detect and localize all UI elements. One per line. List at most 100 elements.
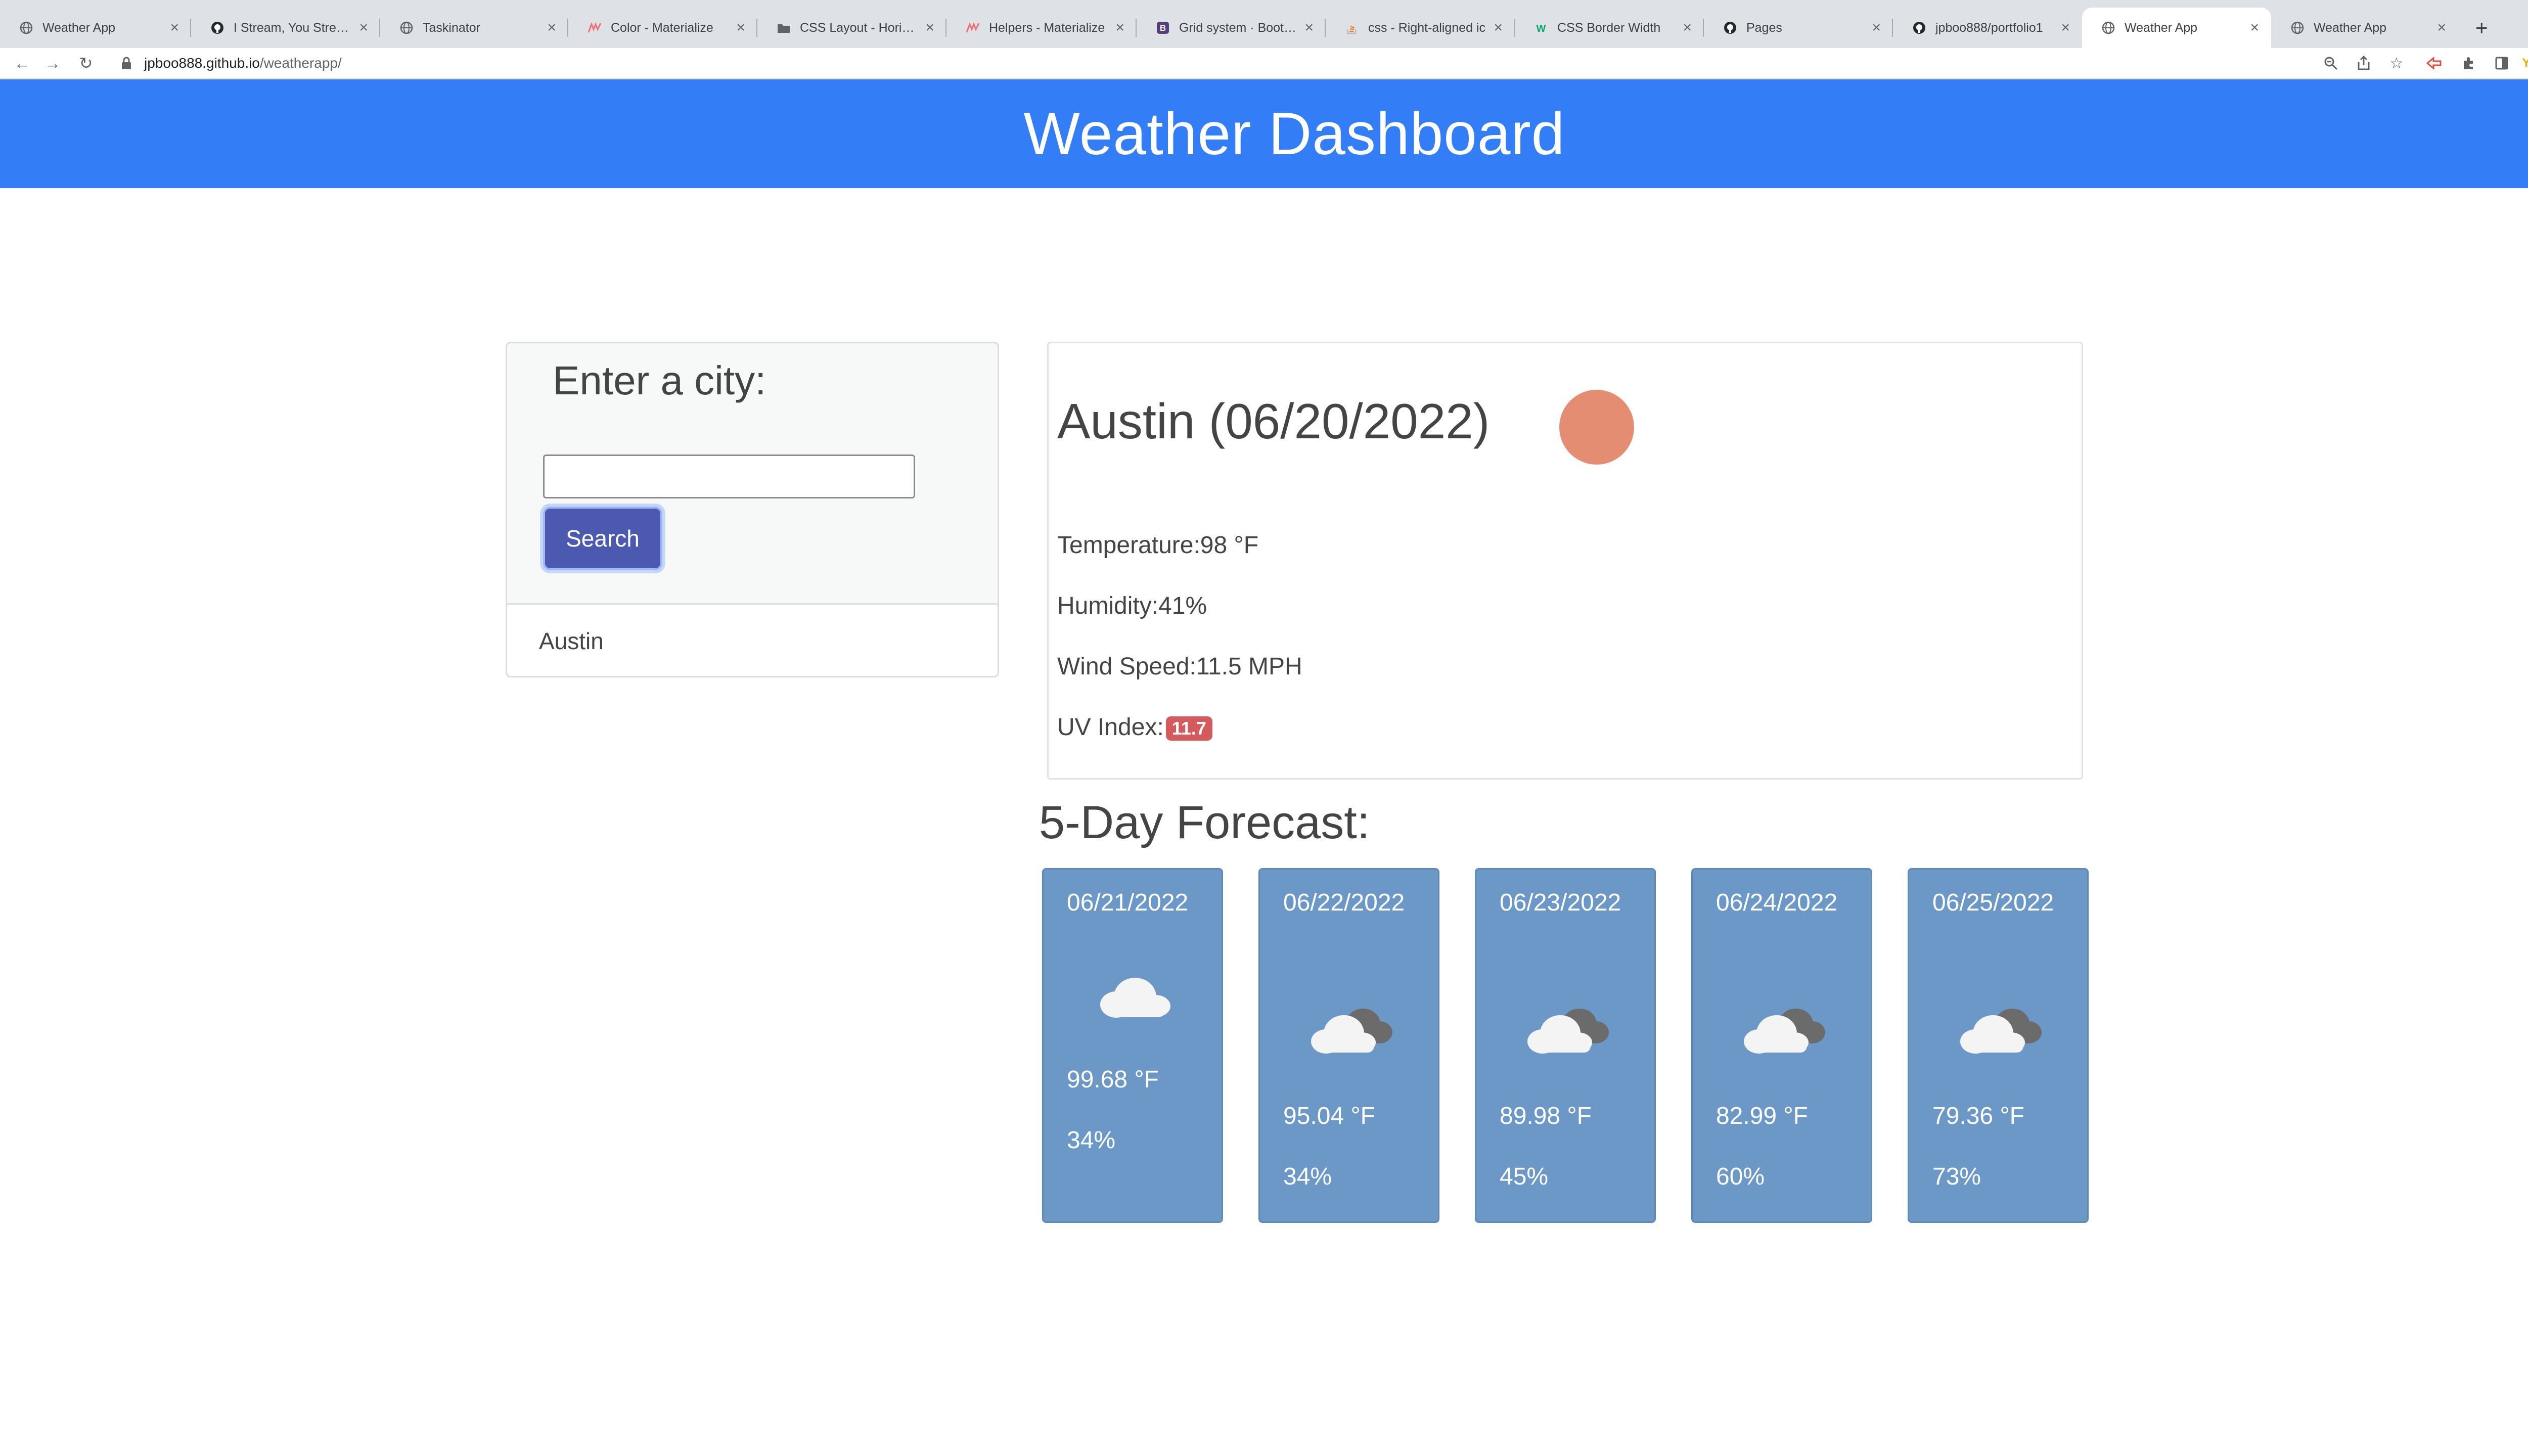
forecast-temp: 82.99 °F [1716,1103,1808,1129]
extensions-puzzle-icon[interactable] [2456,51,2480,75]
temperature-stat: Temperature:98 °F [1057,531,1258,559]
svg-text:B: B [1160,23,1166,33]
search-heading: Enter a city: [553,358,766,403]
close-tab-icon[interactable]: × [547,19,556,36]
humidity-stat: Humidity:41% [1057,592,1207,620]
forecast-card: 06/23/2022 89.98 °F 45% [1475,868,1656,1223]
browser-tab[interactable]: Weather App × [0,8,191,48]
browser-tab[interactable]: CSS Layout - Horizon × [757,8,946,48]
browser-tab[interactable]: Weather App × [2082,8,2271,48]
humidity-label: Humidity: [1057,593,1159,619]
materialize-icon [588,21,602,35]
forecast-humidity: 73% [1932,1163,1981,1190]
browser-tab[interactable]: B Grid system · Bootstr × [1137,8,1326,48]
forecast-humidity: 45% [1500,1163,1549,1190]
cloud-icon [1100,978,1170,1018]
tab-title: Weather App [2314,20,2387,35]
close-tab-icon[interactable]: × [170,19,179,36]
github-icon [1912,21,1926,35]
close-tab-icon[interactable]: × [1494,19,1503,36]
side-panel-icon[interactable] [2490,51,2514,75]
tab-title: CSS Border Width [1557,20,1661,35]
wind-value: 11.5 MPH [1196,653,1302,680]
forecast-card: 06/22/2022 95.04 °F 34% [1258,868,1439,1223]
close-tab-icon[interactable]: × [1872,19,1881,36]
forecast-humidity: 34% [1067,1127,1116,1154]
broken-clouds-icon [1527,1009,1609,1054]
browser-tab[interactable]: Taskinator × [380,8,568,48]
tab-title: jpboo888/portfolio1 [1935,20,2043,35]
tab-title: Helpers - Materialize [989,20,1105,35]
browser-tab[interactable]: W CSS Border Width × [1515,8,1704,48]
browser-tab[interactable]: Color - Materialize × [568,8,757,48]
forecast-date: 06/23/2022 [1500,889,1621,916]
forecast-date: 06/21/2022 [1067,889,1189,916]
address-bar[interactable]: jpboo888.github.io/weatherapp/ [144,48,342,78]
close-tab-icon[interactable]: × [1115,19,1124,36]
browser-tab[interactable]: css - Right-aligned ic × [1326,8,1515,48]
tab-title: Taskinator [423,20,480,35]
forecast-humidity: 60% [1716,1163,1765,1190]
close-tab-icon[interactable]: × [925,19,934,36]
temperature-label: Temperature: [1057,532,1200,559]
humidity-value: 41% [1158,593,1207,619]
back-arrow-icon[interactable]: ← [10,51,34,75]
close-tab-icon[interactable]: × [736,19,745,36]
zoom-icon[interactable] [2319,51,2343,75]
forecast-date: 06/22/2022 [1283,889,1405,916]
ytx-extension-icon[interactable]: YTX [2522,51,2528,75]
search-card: Enter a city: Search Austin [506,342,999,677]
search-button[interactable]: Search [543,507,662,570]
browser-tab[interactable]: Weather App × [2271,8,2458,48]
browser-tab-strip: Weather App × I Stream, You Stream × Taskina… [0,0,2528,48]
tab-title: I Stream, You Stream [234,20,351,35]
forecast-humidity: 34% [1283,1163,1332,1190]
forecast-temp: 79.36 °F [1932,1103,2024,1129]
tab-title: CSS Layout - Horizon [800,20,918,35]
wind-label: Wind Speed: [1057,653,1196,680]
browser-tab[interactable]: Helpers - Materialize × [946,8,1137,48]
tab-title: Weather App [42,20,116,35]
current-weather-card: Austin (06/20/2022) Temperature:98 °F Hu… [1047,342,2083,780]
bookmark-star-icon[interactable]: ☆ [2384,51,2409,75]
extension-red-icon[interactable] [2422,51,2446,75]
uv-index-badge: 11.7 [1165,716,1212,741]
w3schools-icon: W [1534,21,1548,35]
svg-text:W: W [1537,23,1546,33]
close-tab-icon[interactable]: × [2437,19,2446,36]
forecast-temp: 95.04 °F [1283,1103,1375,1129]
close-tab-icon[interactable]: × [1304,19,1314,36]
broken-clouds-icon [1744,1009,1825,1054]
browser-tab[interactable]: I Stream, You Stream × [191,8,380,48]
share-icon[interactable] [2352,51,2376,75]
tab-title: Weather App [2125,20,2198,35]
globe-icon [399,21,414,35]
forecast-date: 06/25/2022 [1932,889,2054,916]
broken-clouds-icon [1960,1009,2042,1054]
globe-icon [2101,21,2115,35]
forecast-card: 06/24/2022 82.99 °F 60% [1691,868,1872,1223]
wind-stat: Wind Speed:11.5 MPH [1057,653,1302,680]
tab-title: css - Right-aligned ic [1368,20,1486,35]
temperature-value: 98 °F [1200,532,1259,559]
forecast-card: 06/21/2022 99.68 °F 34% [1042,868,1223,1223]
github-icon [210,21,224,35]
close-tab-icon[interactable]: × [2250,19,2259,36]
forward-arrow-icon[interactable]: → [40,51,65,75]
browser-tab[interactable]: Pages × [1704,8,1893,48]
close-tab-icon[interactable]: × [2061,19,2070,36]
uv-label: UV Index: [1057,714,1164,741]
forecast-temp: 89.98 °F [1500,1103,1592,1129]
new-tab-button[interactable]: + [2475,8,2488,48]
materialize-icon [966,21,980,35]
history-item-austin[interactable]: Austin [507,603,998,676]
close-tab-icon[interactable]: × [359,19,368,36]
reload-icon[interactable]: ↻ [74,51,98,75]
browser-toolbar: ← → ↻ jpboo888.github.io/weatherapp/ ☆ Y… [0,48,2528,79]
lock-icon[interactable] [120,56,132,70]
close-tab-icon[interactable]: × [1683,19,1692,36]
forecast-temp: 99.68 °F [1067,1066,1159,1093]
city-search-input[interactable] [543,454,915,498]
tab-title: Grid system · Bootstr [1179,20,1297,35]
browser-tab[interactable]: jpboo888/portfolio1 × [1893,8,2082,48]
